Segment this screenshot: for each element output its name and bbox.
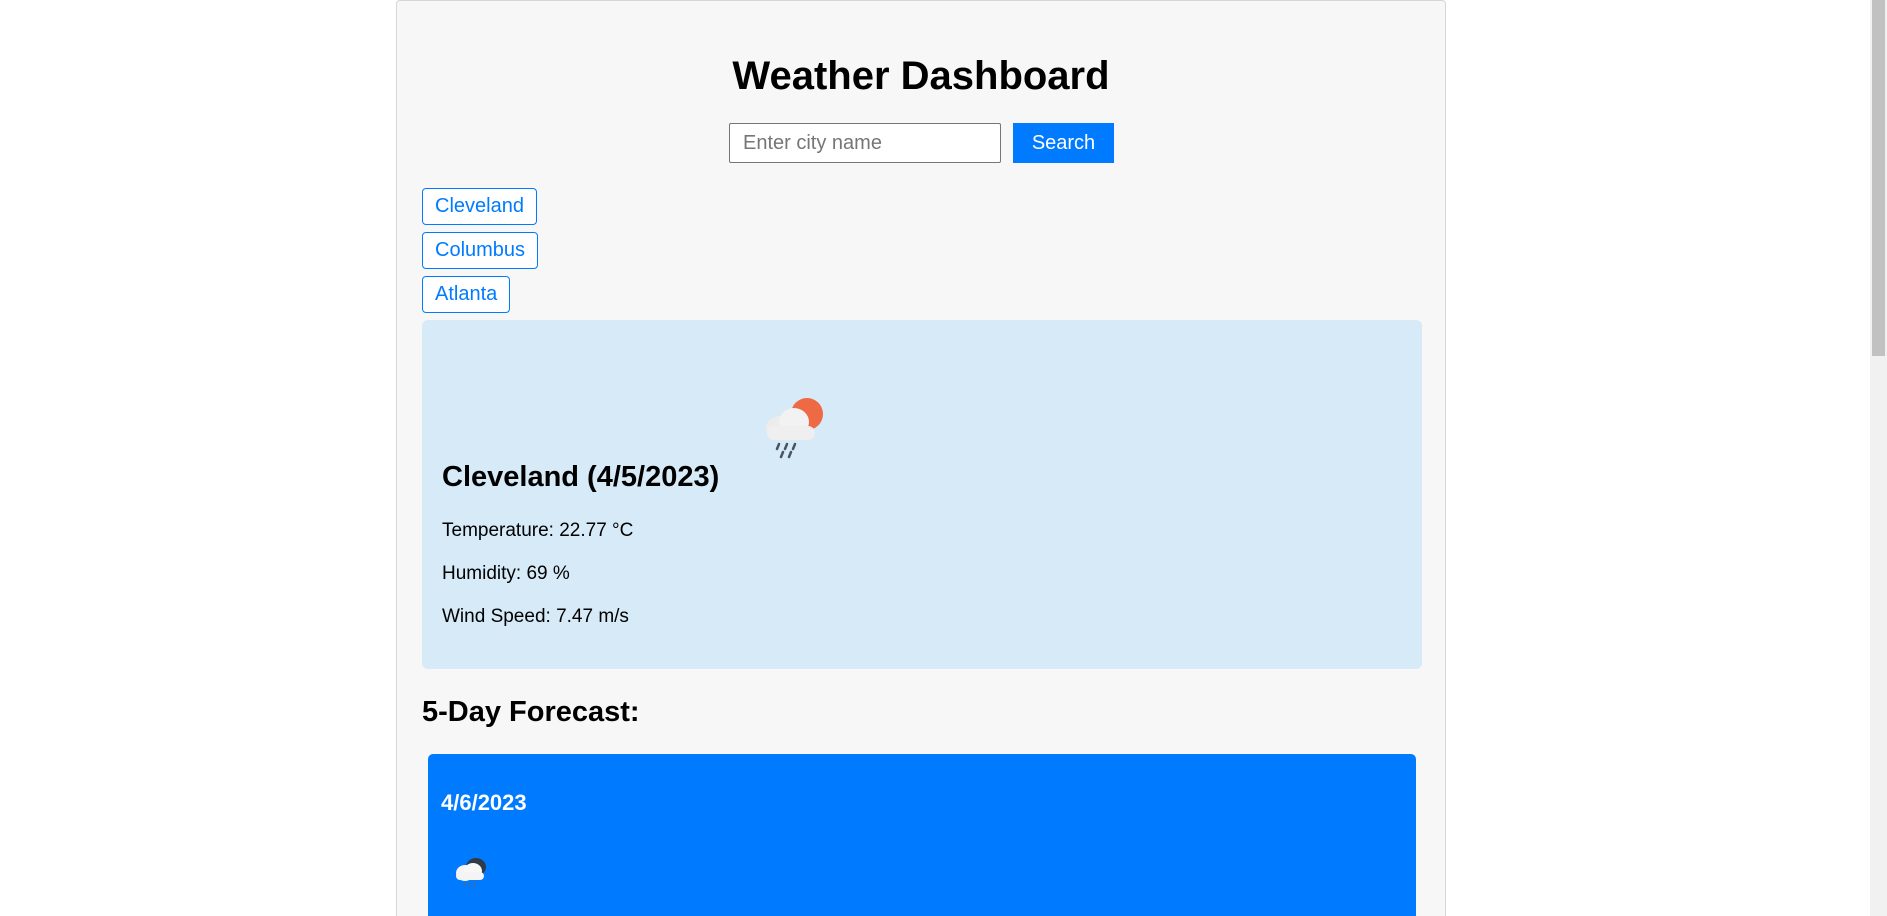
search-history: Cleveland Columbus Atlanta — [422, 188, 539, 320]
search-form: Search — [729, 123, 1114, 163]
history-button-columbus[interactable]: Columbus — [422, 232, 539, 269]
dashboard-container: Weather Dashboard Search Cleveland Colum… — [396, 0, 1446, 916]
history-button-cleveland[interactable]: Cleveland — [422, 188, 537, 225]
current-city-heading: Cleveland (4/5/2023) — [442, 461, 720, 493]
rain-cloud-sun-icon — [766, 398, 823, 459]
history-button-atlanta[interactable]: Atlanta — [422, 276, 511, 313]
current-weather-card: Cleveland (4/5/2023) Temperature: 22.77 … — [422, 320, 1422, 669]
scrollbar-thumb[interactable] — [1872, 0, 1885, 356]
page-title: Weather Dashboard — [732, 54, 1110, 98]
temperature-text: Temperature: 22.77 °C — [442, 520, 634, 541]
page-scrollbar[interactable] — [1870, 0, 1887, 916]
humidity-text: Humidity: 69 % — [442, 563, 570, 584]
search-button[interactable]: Search — [1013, 123, 1114, 163]
forecast-card: 4/6/2023 — [428, 754, 1416, 916]
forecast-title: 5-Day Forecast: — [422, 696, 640, 728]
page: Weather Dashboard Search Cleveland Colum… — [0, 0, 1887, 916]
rain-cloud-icon — [456, 858, 486, 887]
search-input[interactable] — [729, 123, 1001, 163]
wind-speed-text: Wind Speed: 7.47 m/s — [442, 606, 629, 627]
forecast-date: 4/6/2023 — [441, 790, 527, 815]
